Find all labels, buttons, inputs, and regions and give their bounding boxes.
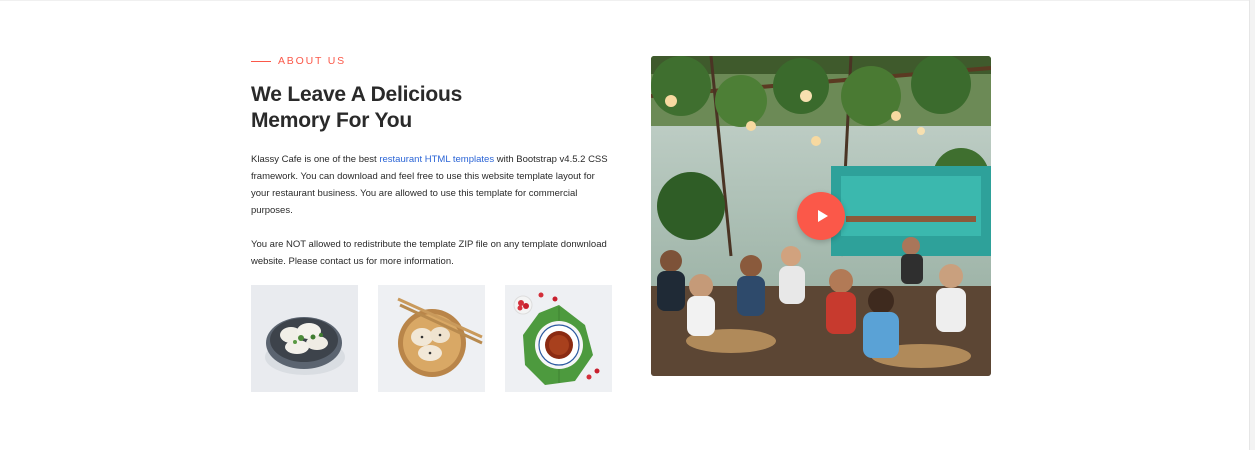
bamboo-dumplings-graphic (378, 285, 485, 392)
dumplings-bowl-graphic (251, 285, 358, 392)
about-content: About Us We Leave A Delicious Memory For… (251, 52, 612, 392)
play-icon (817, 210, 828, 222)
eyebrow-label: About Us (278, 55, 346, 67)
tea-cup-graphic (505, 285, 612, 392)
about-paragraph-1: Klassy Cafe is one of the best restauran… (251, 151, 611, 219)
dumplings-bowl-image (251, 285, 358, 392)
food-thumbnails (251, 285, 612, 392)
eyebrow-line (251, 60, 271, 62)
play-button[interactable] (797, 192, 845, 240)
paragraph-text-start: Klassy Cafe is one of the best (251, 154, 380, 165)
dumplings-bamboo-chopsticks-image (378, 285, 485, 392)
section-eyebrow: About Us (251, 52, 611, 70)
tea-cup-raspberries-image (505, 285, 612, 392)
page-scrollbar[interactable] (1249, 0, 1255, 450)
about-section: About Us We Leave A Delicious Memory For… (0, 0, 1255, 450)
header-divider (0, 0, 1250, 1)
section-heading: We Leave A Delicious Memory For You (251, 83, 463, 132)
restaurant-templates-link[interactable]: restaurant HTML templates (379, 154, 494, 165)
about-paragraph-2: You are NOT allowed to redistribute the … (251, 239, 607, 267)
restaurant-video-thumbnail[interactable] (651, 56, 991, 376)
